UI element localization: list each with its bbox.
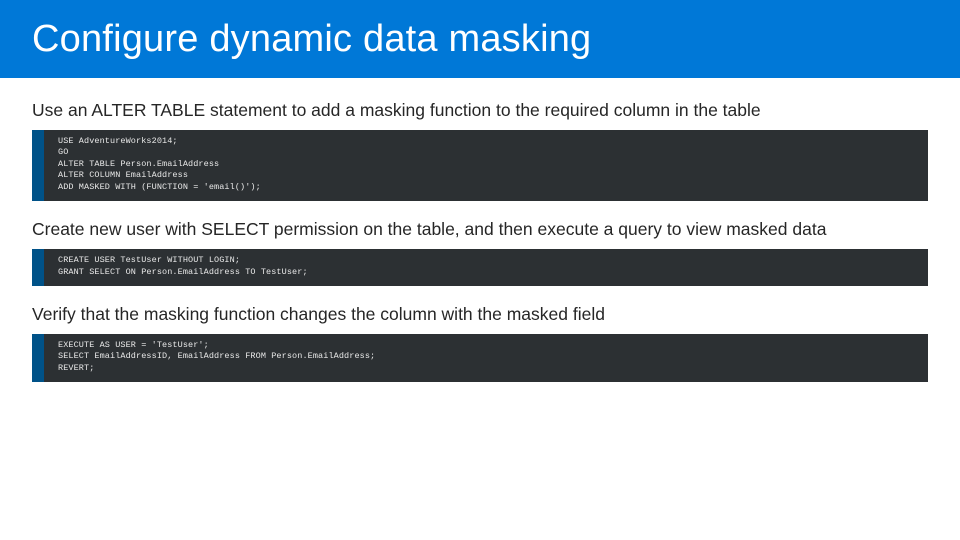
code-body-1: USE AdventureWorks2014; GO ALTER TABLE P… — [44, 130, 928, 201]
code-accent-bar — [32, 249, 44, 286]
slide-header: Configure dynamic data masking — [0, 0, 960, 78]
code-body-2: CREATE USER TestUser WITHOUT LOGIN; GRAN… — [44, 249, 928, 286]
step-description-2: Create new user with SELECT permission o… — [32, 219, 928, 241]
code-body-3: EXECUTE AS USER = 'TestUser'; SELECT Ema… — [44, 334, 928, 382]
step-description-3: Verify that the masking function changes… — [32, 304, 928, 326]
code-accent-bar — [32, 130, 44, 201]
code-block-3: EXECUTE AS USER = 'TestUser'; SELECT Ema… — [32, 334, 928, 382]
code-accent-bar — [32, 334, 44, 382]
step-description-1: Use an ALTER TABLE statement to add a ma… — [32, 100, 928, 122]
code-block-2: CREATE USER TestUser WITHOUT LOGIN; GRAN… — [32, 249, 928, 286]
code-block-1: USE AdventureWorks2014; GO ALTER TABLE P… — [32, 130, 928, 201]
slide-title: Configure dynamic data masking — [32, 18, 591, 61]
slide-content: Use an ALTER TABLE statement to add a ma… — [0, 78, 960, 382]
